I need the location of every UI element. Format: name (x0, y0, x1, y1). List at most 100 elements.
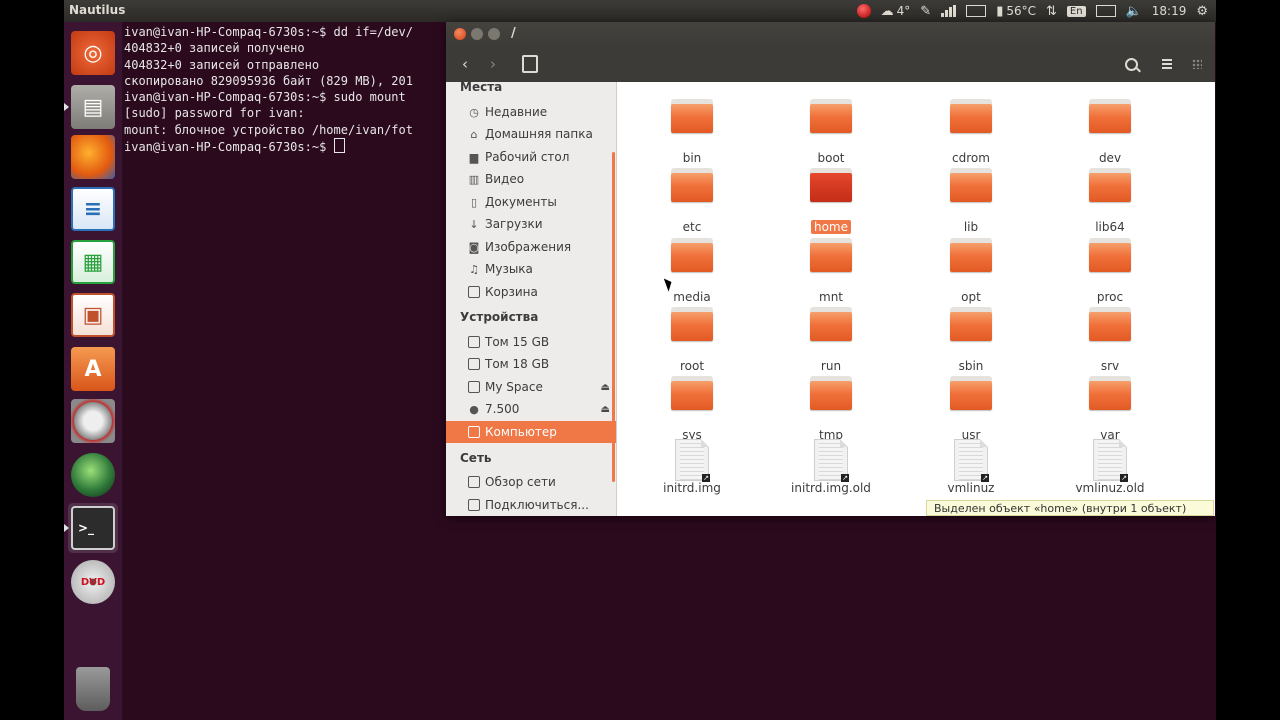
sidebar-item-my-space[interactable]: My Space ⏏ (446, 376, 616, 398)
file-item[interactable]: ↗ vmlinuz.old (1050, 439, 1170, 495)
launcher-trash[interactable] (68, 664, 118, 714)
folder-item[interactable]: run (771, 307, 891, 373)
folder-name: boot (817, 151, 845, 165)
web-browser-icon (71, 453, 115, 497)
folder-item[interactable]: sbin (911, 307, 1031, 373)
file-item[interactable]: ↗ initrd.img (632, 439, 752, 495)
indicator-record[interactable] (856, 4, 871, 18)
folder-item[interactable]: opt (911, 238, 1031, 304)
indicator-weather[interactable]: ☁ 4° (881, 4, 911, 19)
launcher-dash[interactable]: ◎ (68, 28, 118, 78)
sidebar-item-downloads[interactable]: ↓ Загрузки (446, 213, 616, 235)
list-view-button[interactable] (1154, 51, 1180, 77)
folder-item[interactable]: tmp (771, 376, 891, 442)
sidebar-item-recent[interactable]: ◷ Недавние (446, 101, 616, 123)
network-bars-icon (941, 5, 957, 17)
folder-item[interactable]: etc (632, 168, 752, 234)
sidebar-item-documents[interactable]: ▯ Документы (446, 191, 616, 213)
launcher-browser[interactable] (68, 450, 118, 500)
folder-icon (1089, 307, 1131, 341)
indicator-sound[interactable]: 🔈 (1126, 4, 1142, 19)
folder-item[interactable]: usr (911, 376, 1031, 442)
location-root-button[interactable] (518, 51, 542, 77)
indicator-session[interactable]: ⚙ (1196, 4, 1208, 19)
folder-item[interactable]: media (632, 238, 752, 304)
indicator-network[interactable]: ⇅ (1046, 4, 1057, 19)
folder-item[interactable]: mnt (771, 238, 891, 304)
indicator-keyboard[interactable]: En (1066, 5, 1086, 17)
sidebar-item-volume-18gb[interactable]: Том 18 GB (446, 353, 616, 375)
launcher-calc[interactable]: ▦ (68, 237, 118, 287)
folder-item[interactable]: bin (632, 99, 752, 165)
sidebar-item-home[interactable]: ⌂ Домашняя папка (446, 123, 616, 145)
grid-view-icon (1192, 59, 1202, 69)
gear-icon: ⚙ (1196, 3, 1208, 19)
folder-item[interactable]: var (1050, 376, 1170, 442)
grid-view-button[interactable] (1184, 51, 1210, 77)
indicator-pen[interactable]: ✎ (920, 4, 931, 19)
camera-icon: ◙ (468, 240, 480, 254)
file-item[interactable]: ↗ vmlinuz (911, 439, 1031, 495)
back-button[interactable]: ‹ (452, 51, 478, 77)
terminal-icon: >_ (71, 506, 115, 550)
launcher-settings[interactable] (68, 396, 118, 446)
sidebar-item-disc[interactable]: ● 7.500 ⏏ (446, 398, 616, 420)
minimize-button[interactable] (471, 28, 483, 40)
indicator-battery[interactable] (1095, 5, 1116, 17)
sidebar-item-computer[interactable]: Компьютер (446, 421, 616, 443)
folder-item[interactable]: lib64 (1050, 168, 1170, 234)
indicator-monitor[interactable] (966, 5, 987, 17)
drive-icon (467, 357, 481, 371)
desktop-icon: ▆ (469, 150, 479, 164)
toolbar: ‹ › (446, 46, 1215, 82)
terminal-output[interactable]: ivan@ivan-HP-Compaq-6730s:~$ dd if=/dev/… (124, 24, 454, 155)
home-icon: ⌂ (470, 127, 478, 141)
folder-item[interactable]: srv (1050, 307, 1170, 373)
eject-icon[interactable]: ⏏ (601, 382, 610, 393)
sidebar-item-browse-network[interactable]: Обзор сети (446, 471, 616, 493)
indicator-clock[interactable]: 18:19 (1152, 4, 1187, 18)
terminal-line: 404832+0 записей получено (124, 41, 305, 56)
indicator-network-speed[interactable] (941, 5, 957, 17)
folder-icon (671, 238, 713, 272)
sidebar-item-music[interactable]: ♫ Музыка (446, 258, 616, 280)
folder-item[interactable]: cdrom (911, 99, 1031, 165)
folder-item[interactable]: dev (1050, 99, 1170, 165)
sidebar-item-connect-server[interactable]: Подключиться... (446, 494, 616, 516)
document-icon: ▯ (470, 195, 478, 209)
letterbox-right (1216, 0, 1280, 720)
indicator-cpu-temp[interactable]: ▮ 56°C (996, 4, 1036, 19)
forward-button[interactable]: › (480, 51, 506, 77)
folder-item[interactable]: sys (632, 376, 752, 442)
folder-item[interactable]: home (771, 168, 891, 234)
folder-icon (1089, 168, 1131, 202)
sidebar-item-videos[interactable]: ▥ Видео (446, 168, 616, 190)
software-center-icon: A (71, 347, 115, 391)
dvd-icon: DVD (71, 560, 115, 604)
folder-item[interactable]: boot (771, 99, 891, 165)
folder-item[interactable]: proc (1050, 238, 1170, 304)
sidebar-item-desktop[interactable]: ▆ Рабочий стол (446, 146, 616, 168)
launcher-terminal[interactable]: >_ (64, 503, 118, 553)
file-item[interactable]: ↗ initrd.img.old (771, 439, 891, 495)
folder-item[interactable]: root (632, 307, 752, 373)
window-titlebar[interactable]: / (446, 22, 1215, 46)
launcher-impress[interactable]: ▣ (68, 290, 118, 340)
folder-item[interactable]: lib (911, 168, 1031, 234)
clock-icon: ◷ (469, 105, 479, 119)
sidebar-item-trash[interactable]: Корзина (446, 281, 616, 303)
launcher-firefox[interactable] (68, 132, 118, 182)
sidebar-item-volume-15gb[interactable]: Том 15 GB (446, 331, 616, 353)
search-button[interactable] (1118, 51, 1144, 77)
sidebar-scrollbar[interactable] (612, 152, 615, 482)
record-icon (856, 4, 871, 18)
sidebar-item-pictures[interactable]: ◙ Изображения (446, 236, 616, 258)
eject-icon[interactable]: ⏏ (601, 404, 610, 415)
launcher-writer[interactable]: ≡ (68, 184, 118, 234)
launcher-files[interactable]: ▤ (64, 82, 118, 132)
launcher-software-center[interactable]: A (68, 344, 118, 394)
maximize-button[interactable] (488, 28, 500, 40)
launcher-dvd[interactable]: DVD (68, 557, 118, 607)
computer-icon (467, 425, 481, 439)
close-button[interactable] (454, 28, 466, 40)
